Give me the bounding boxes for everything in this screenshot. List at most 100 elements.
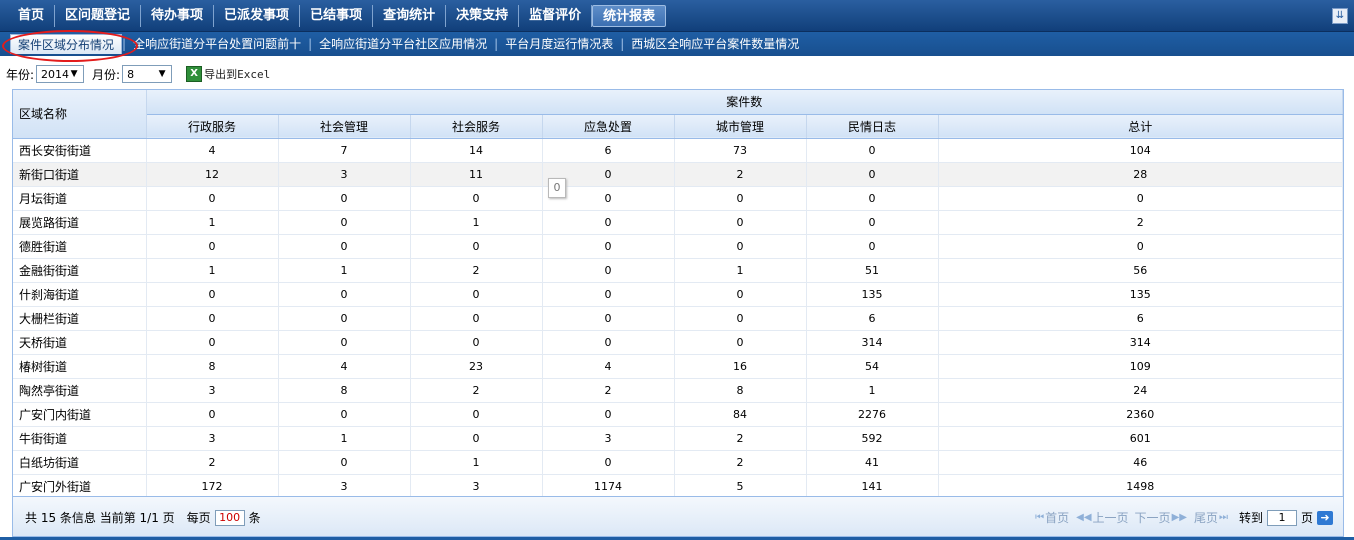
count-cell: 0 — [674, 234, 807, 259]
pager-bar: 共 15 条信息 当前第 1/1 页 每页 100 条 ⏮ 首页 ◀◀ 上一页 下一… — [12, 497, 1344, 537]
count-cell: 0 — [542, 234, 675, 259]
top-nav-item[interactable]: 监督评价 — [519, 5, 593, 27]
table-row[interactable]: 椿树街道 8 4 23 4 16 54 109 — [13, 354, 1343, 379]
count-cell: 56 — [938, 258, 1343, 283]
table-row[interactable]: 西长安街街道 4 7 14 6 73 0 104 — [13, 138, 1343, 163]
goto-page-input[interactable]: 1 — [1266, 509, 1297, 526]
top-nav-item[interactable]: 待办事项 — [141, 5, 215, 27]
year-select[interactable]: 2014 ▼ — [36, 65, 85, 83]
count-cell: 0 — [938, 186, 1343, 211]
top-nav-item[interactable]: 查询统计 — [373, 5, 447, 27]
column-header[interactable]: 社会服务 — [410, 114, 543, 139]
region-column-header[interactable]: 区域名称 — [13, 90, 147, 139]
last-page-button[interactable]: 尾页 ⏭ — [1194, 509, 1229, 526]
first-page-button[interactable]: ⏮ 首页 — [1034, 509, 1069, 526]
count-cell: 41 — [806, 450, 939, 475]
column-header[interactable]: 社会管理 — [278, 114, 411, 139]
count-cell: 3 — [278, 474, 411, 496]
sub-nav-tab[interactable]: 全响应街道分平台社区应用情况 — [312, 34, 494, 54]
sub-nav-tab[interactable]: 平台月度运行情况表 — [498, 34, 620, 54]
goto-page-unit: 页 — [1300, 511, 1313, 525]
month-select[interactable]: 8 ▼ — [122, 65, 173, 83]
count-cell: 141 — [806, 474, 939, 496]
count-cell: 2 — [410, 258, 543, 283]
count-cell: 2 — [674, 162, 807, 187]
count-cell: 3 — [542, 426, 675, 451]
first-page-icon: ⏮ — [1035, 512, 1045, 523]
table-row[interactable]: 陶然亭街道 3 8 2 2 8 1 24 — [13, 378, 1343, 403]
top-nav-item[interactable]: 已派发事项 — [214, 5, 301, 27]
count-cell: 8 — [146, 354, 279, 379]
count-cell: 73 — [674, 138, 807, 163]
count-cell: 6 — [542, 138, 675, 163]
table-row[interactable]: 展览路街道 1 0 1 0 0 0 2 — [13, 210, 1343, 235]
column-header[interactable]: 应急处置 — [542, 114, 675, 139]
column-header[interactable]: 行政服务 — [146, 114, 279, 139]
region-name-cell: 陶然亭街道 — [13, 378, 147, 403]
next-page-button[interactable]: 下一页 ▶▶ — [1135, 509, 1188, 526]
table-row[interactable]: 牛街街道 3 1 0 3 2 592 601 — [13, 426, 1343, 451]
count-cell: 0 — [674, 210, 807, 235]
count-cell: 314 — [938, 330, 1343, 355]
column-header[interactable]: 总计 — [938, 114, 1343, 139]
excel-icon: X — [186, 66, 203, 82]
count-cell: 7 — [278, 138, 411, 163]
count-cell: 4 — [542, 354, 675, 379]
export-excel-label: 导出到Excel — [204, 68, 271, 81]
count-cell: 54 — [806, 354, 939, 379]
column-header[interactable]: 民情日志 — [806, 114, 939, 139]
export-excel-button[interactable]: X 导出到Excel — [186, 66, 270, 82]
goto-label: 转到 — [1238, 511, 1263, 525]
last-page-label: 尾页 — [1193, 511, 1218, 525]
count-cell: 3 — [410, 474, 543, 496]
table-row[interactable]: 广安门内街道 0 0 0 0 84 2276 2360 — [13, 402, 1343, 427]
table-row[interactable]: 广安门外街道 172 3 3 1174 5 141 1498 — [13, 474, 1343, 496]
count-cell: 2 — [542, 378, 675, 403]
count-cell: 14 — [410, 138, 543, 163]
table-row[interactable]: 天桥街道 0 0 0 0 0 314 314 — [13, 330, 1343, 355]
per-page-input[interactable]: 100 — [214, 509, 245, 526]
case-table: 区域名称 案件数 行政服务 社会管理 社会服务 应急处置 城市管理 民情日志 总计 西长安街… — [13, 90, 1343, 496]
top-nav-item[interactable]: 区问题登记 — [55, 5, 142, 27]
table-row[interactable]: 大栅栏街道 0 0 0 0 0 6 6 — [13, 306, 1343, 331]
per-page-unit: 条 — [248, 511, 261, 525]
top-nav-item[interactable]: 统计报表 — [592, 5, 667, 27]
count-cell: 0 — [542, 402, 675, 427]
count-cell: 8 — [674, 378, 807, 403]
count-cell: 11 — [410, 162, 543, 187]
arrow-right-icon[interactable]: ➜ — [1317, 510, 1333, 525]
case-distribution-grid: 区域名称 案件数 行政服务 社会管理 社会服务 应急处置 城市管理 民情日志 总计 西长安街… — [12, 89, 1344, 497]
top-nav-bar: 首页 区问题登记 待办事项 已派发事项 已结事项 查询统计 决策支持 监督评价 统计报表 ⇊ — [0, 0, 1354, 32]
table-row[interactable]: 月坛街道 0 0 0 0 0 0 0 — [13, 186, 1343, 211]
table-row[interactable]: 德胜街道 0 0 0 0 0 0 0 — [13, 234, 1343, 259]
table-row[interactable]: 新街口街道 12 3 11 0 2 0 28 — [13, 162, 1343, 187]
region-name-cell: 金融街街道 — [13, 258, 147, 283]
pager-controls: ⏮ 首页 ◀◀ 上一页 下一页 ▶▶ 尾页 ⏭ 转到 1 页 ➜ — [1034, 509, 1333, 526]
table-row[interactable]: 白纸坊街道 2 0 1 0 2 41 46 — [13, 450, 1343, 475]
count-cell: 0 — [410, 330, 543, 355]
count-cell: 0 — [410, 306, 543, 331]
count-cell: 0 — [542, 306, 675, 331]
column-header[interactable]: 城市管理 — [674, 114, 807, 139]
sub-nav-tab[interactable]: 西城区全响应平台案件数量情况 — [624, 34, 806, 54]
next-page-icon: ▶▶ — [1171, 512, 1187, 523]
sub-nav-tab[interactable]: 全响应街道分平台处置问题前十 — [126, 34, 308, 54]
prev-page-button[interactable]: ◀◀ 上一页 — [1075, 509, 1128, 526]
per-page-label: 每页 — [186, 511, 211, 525]
sub-nav-bar: 案件区域分布情况 | 全响应街道分平台处置问题前十 | 全响应街道分平台社区应用情况 | 平… — [0, 32, 1354, 56]
table-row[interactable]: 什刹海街道 0 0 0 0 0 135 135 — [13, 282, 1343, 307]
top-nav-item[interactable]: 首页 — [8, 5, 56, 27]
region-name-cell: 牛街街道 — [13, 426, 147, 451]
double-chevron-down-icon[interactable]: ⇊ — [1332, 8, 1348, 24]
count-cell: 0 — [410, 402, 543, 427]
count-cell: 314 — [806, 330, 939, 355]
region-name-cell: 展览路街道 — [13, 210, 147, 235]
count-cell: 0 — [410, 234, 543, 259]
count-cell: 2 — [674, 426, 807, 451]
sub-nav-tab[interactable]: 案件区域分布情况 — [10, 34, 123, 54]
top-nav-item[interactable]: 决策支持 — [446, 5, 520, 27]
count-cell: 0 — [674, 186, 807, 211]
table-row[interactable]: 金融街街道 1 1 2 0 1 51 56 — [13, 258, 1343, 283]
top-nav-item[interactable]: 已结事项 — [300, 5, 374, 27]
pager-info: 共 15 条信息 当前第 1/1 页 每页 100 条 — [25, 509, 261, 526]
